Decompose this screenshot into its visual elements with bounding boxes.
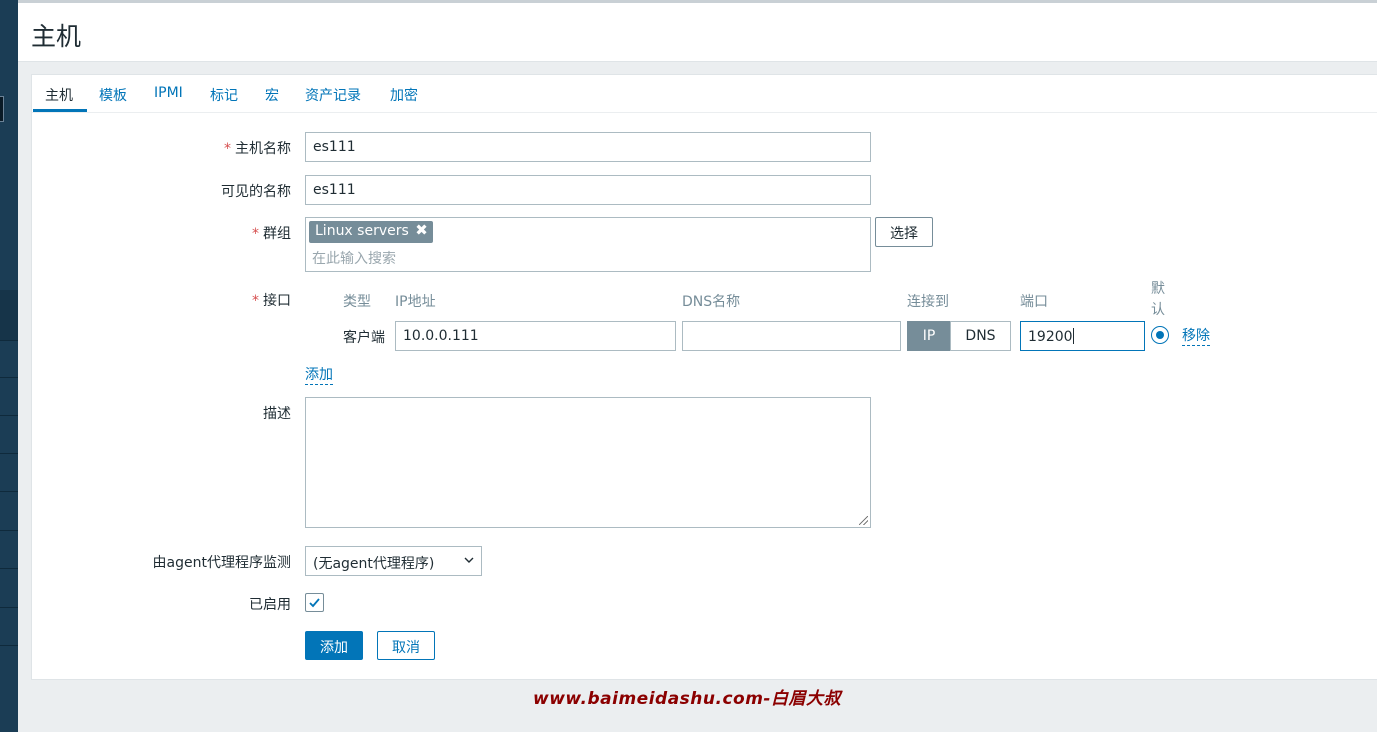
sidebar-divider	[0, 645, 18, 646]
sidebar-divider	[0, 340, 18, 341]
resize-grip-icon[interactable]	[859, 516, 868, 525]
tab-templates[interactable]: 模板	[99, 85, 127, 105]
text-caret	[1072, 328, 1074, 344]
interface-port-header: 端口	[1020, 294, 1048, 310]
interfaces-label: * 接口	[252, 293, 291, 309]
visible-name-input[interactable]: es111	[305, 175, 871, 205]
tab-tags[interactable]: 标记	[210, 85, 238, 105]
active-tab-indicator	[33, 109, 87, 112]
sidebar-divider	[0, 568, 18, 569]
sidebar-collapse-handle[interactable]	[0, 96, 4, 122]
interface-type-header: 类型	[343, 294, 371, 310]
connect-ip-toggle[interactable]: IP	[907, 321, 951, 351]
close-icon[interactable]: ✖	[415, 221, 428, 239]
interface-ip-input[interactable]: 10.0.0.111	[395, 321, 676, 351]
host-form-panel: 主机 模板 IPMI 标记 宏 资产记录 加密 * 主机名称 es111 可见的名…	[31, 74, 1377, 680]
tab-ipmi[interactable]: IPMI	[154, 85, 183, 101]
add-interface-link[interactable]: 添加	[305, 367, 333, 385]
proxy-label: 由agent代理程序监测	[152, 555, 291, 571]
host-name-input[interactable]: es111	[305, 132, 871, 162]
interface-default-header: 默认	[1151, 281, 1165, 318]
interface-dns-header: DNS名称	[682, 294, 741, 310]
add-button[interactable]: 添加	[305, 631, 363, 660]
sidebar-divider	[0, 453, 18, 454]
left-sidebar	[0, 0, 18, 732]
host-name-label: * 主机名称	[224, 141, 291, 157]
interface-remove-link[interactable]: 移除	[1182, 328, 1210, 346]
cancel-button[interactable]: 取消	[377, 631, 435, 660]
group-chip: Linux servers ✖	[309, 221, 433, 243]
sidebar-divider	[0, 607, 18, 608]
sidebar-divider	[0, 415, 18, 416]
proxy-select[interactable]: (无agent代理程序)	[305, 546, 482, 576]
tab-inventory[interactable]: 资产记录	[305, 85, 361, 105]
enabled-label: 已启用	[249, 597, 291, 613]
tab-host[interactable]: 主机	[45, 85, 73, 105]
interface-port-input[interactable]: 19200	[1020, 321, 1145, 351]
interface-type-agent: 客户端	[343, 330, 385, 346]
sidebar-divider	[0, 377, 18, 378]
check-icon	[309, 598, 320, 608]
connect-dns-toggle[interactable]: DNS	[950, 321, 1011, 351]
group-chip-label: Linux servers	[315, 223, 409, 239]
tab-bar: 主机 模板 IPMI 标记 宏 资产记录 加密	[32, 75, 1377, 113]
enabled-checkbox[interactable]	[305, 593, 324, 612]
watermark-text: www.baimeidashu.com-白眉大叔	[533, 689, 841, 709]
description-textarea[interactable]	[305, 397, 871, 528]
chevron-down-icon	[464, 557, 474, 563]
sidebar-divider	[0, 530, 18, 531]
interface-ip-header: IP地址	[395, 294, 436, 310]
groups-label: * 群组	[252, 226, 291, 242]
tab-encryption[interactable]: 加密	[390, 85, 418, 105]
interface-connect-header: 连接到	[907, 294, 949, 310]
visible-name-label: 可见的名称	[221, 184, 291, 200]
interface-dns-input[interactable]	[682, 321, 901, 351]
sidebar-divider	[0, 491, 18, 492]
tab-macros[interactable]: 宏	[265, 85, 279, 105]
sidebar-section	[0, 290, 18, 340]
groups-select-button[interactable]: 选择	[875, 217, 933, 247]
page-title: 主机	[31, 22, 82, 51]
groups-multiselect[interactable]: Linux servers ✖ 在此输入搜索	[305, 217, 871, 272]
interface-default-radio[interactable]	[1151, 326, 1169, 344]
groups-search-input[interactable]: 在此输入搜索	[312, 248, 396, 268]
page-header: 主机	[18, 0, 1377, 62]
description-label: 描述	[263, 406, 291, 422]
